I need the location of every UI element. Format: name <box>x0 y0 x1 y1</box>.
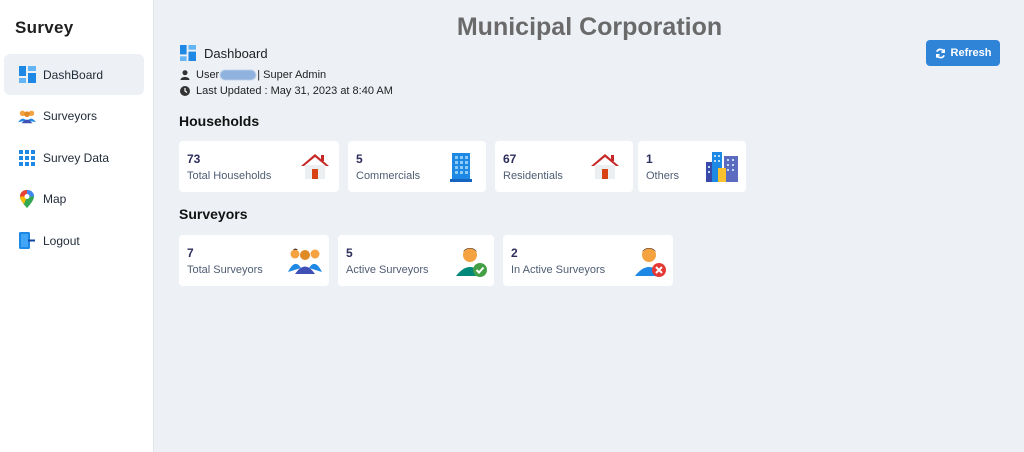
redacted-username <box>220 70 257 80</box>
total-households-card[interactable]: 73 Total Households <box>179 141 339 192</box>
brand-title: Survey <box>15 18 74 37</box>
card-value: 2 <box>511 246 518 260</box>
user-remove-icon <box>635 244 669 278</box>
card-label: Total Households <box>187 170 272 182</box>
office-building-icon <box>446 150 480 184</box>
surveyors-title: Surveyors <box>179 206 248 222</box>
sidebar-item-label: Survey Data <box>43 150 110 165</box>
last-updated-text: Last Updated : May 31, 2023 at 8:40 AM <box>196 85 393 97</box>
card-value: 7 <box>187 246 194 260</box>
house-icon <box>589 150 623 184</box>
group-icon <box>287 244 325 278</box>
active-surveyors-card[interactable]: 5 Active Surveyors <box>338 235 494 286</box>
residentials-card[interactable]: 67 Residentials <box>495 141 633 192</box>
user-info: User | Super Admin <box>180 69 326 81</box>
logout-icon <box>18 232 36 250</box>
sidebar-item-label: Surveyors <box>43 109 98 123</box>
card-label: Active Surveyors <box>346 264 429 276</box>
sidebar-item-label: Map <box>43 192 67 206</box>
inactive-surveyors-card[interactable]: 2 In Active Surveyors <box>503 235 673 286</box>
dashboard-icon <box>18 66 36 84</box>
card-value: 73 <box>187 152 201 166</box>
refresh-icon <box>935 48 946 59</box>
sidebar-item-surveyors[interactable]: Surveyors <box>4 96 144 137</box>
city-buildings-icon <box>704 150 738 184</box>
sidebar-nav: DashBoard Surveyors Survey Data Map Logo… <box>4 54 144 262</box>
dashboard-icon <box>180 45 196 61</box>
card-label: In Active Surveyors <box>511 264 606 276</box>
card-label: Total Surveyors <box>187 264 263 276</box>
card-value: 1 <box>646 152 653 166</box>
card-label: Commercials <box>356 170 421 182</box>
card-value: 5 <box>356 152 363 166</box>
dashboard-label: Dashboard <box>204 45 268 61</box>
card-value: 5 <box>346 246 353 260</box>
house-icon <box>299 150 333 184</box>
sidebar-item-survey-data[interactable]: Survey Data <box>4 137 144 178</box>
commercials-card[interactable]: 5 Commercials <box>348 141 486 192</box>
dashboard-breadcrumb: Dashboard <box>180 45 268 61</box>
total-surveyors-card[interactable]: 7 Total Surveyors <box>179 235 329 286</box>
clock-icon <box>180 86 190 96</box>
card-label: Residentials <box>503 170 563 182</box>
others-card[interactable]: 1 Others <box>638 141 746 192</box>
map-pin-icon <box>18 190 36 208</box>
sidebar: Survey DashBoard Surveyors Survey Data M… <box>0 0 154 452</box>
refresh-button[interactable]: Refresh <box>926 40 1000 66</box>
grid-icon <box>18 149 36 167</box>
sidebar-item-label: DashBoard <box>43 67 104 82</box>
sidebar-item-label: Logout <box>43 233 80 248</box>
last-updated: Last Updated : May 31, 2023 at 8:40 AM <box>180 85 393 97</box>
card-label: Others <box>646 170 680 182</box>
sidebar-item-dashboard[interactable]: DashBoard <box>4 54 144 95</box>
user-role: | Super Admin <box>257 69 327 81</box>
user-icon <box>180 70 190 80</box>
page-title: Municipal Corporation <box>456 13 723 41</box>
households-title: Households <box>179 113 260 129</box>
people-icon <box>18 107 36 125</box>
sidebar-item-logout[interactable]: Logout <box>4 220 144 261</box>
refresh-label: Refresh <box>950 47 992 59</box>
card-value: 67 <box>503 152 517 166</box>
sidebar-item-map[interactable]: Map <box>4 179 144 220</box>
user-prefix: User <box>196 69 220 81</box>
main-content: Municipal Corporation Dashboard User | S… <box>155 0 1024 452</box>
user-check-icon <box>456 244 490 278</box>
